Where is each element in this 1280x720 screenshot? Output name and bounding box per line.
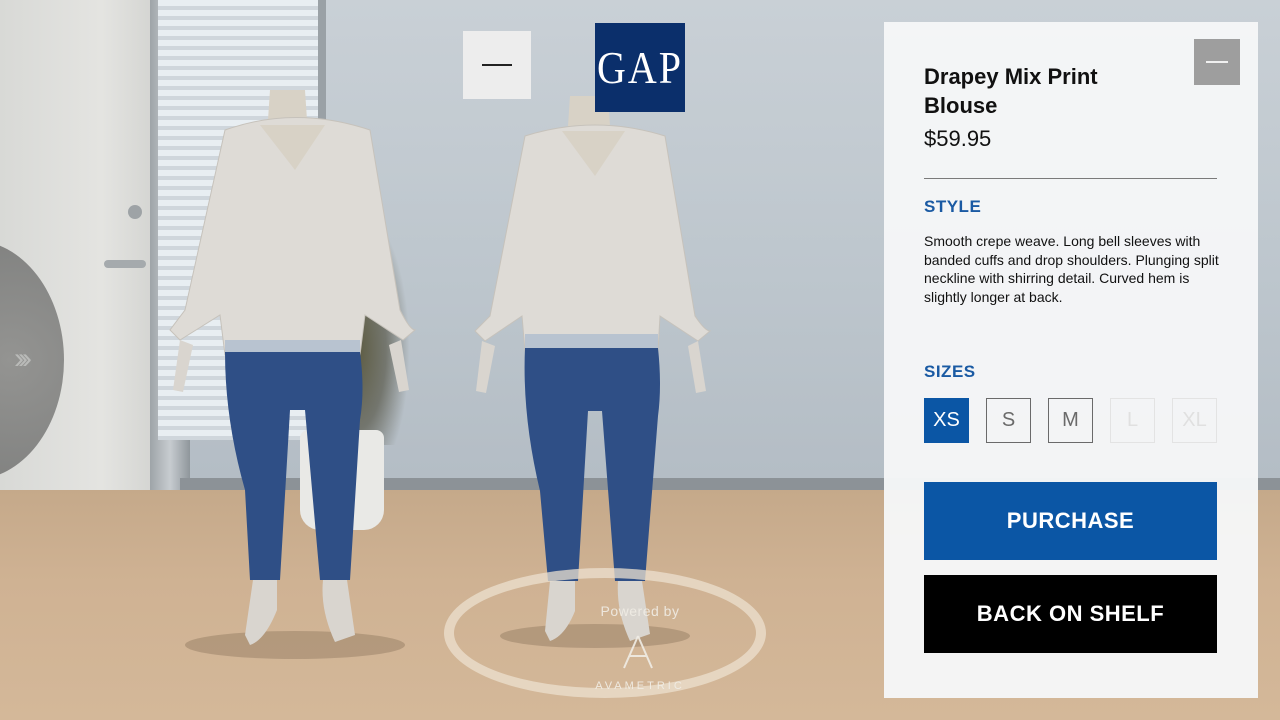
powered-by-label: Powered by [600,603,680,619]
sizes-heading: SIZES [924,362,976,381]
minus-icon [482,64,512,66]
mannequin-left [169,90,417,659]
size-option-l: L [1110,398,1155,443]
purchase-button[interactable]: PURCHASE [924,482,1217,560]
size-option-xl: XL [1172,398,1217,443]
back-on-shelf-button[interactable]: BACK ON SHELF [924,575,1217,653]
product-description: Smooth crepe weave. Long bell sleeves wi… [924,233,1219,305]
door-knob [128,205,142,219]
size-option-xs[interactable]: XS [924,398,969,443]
product-panel: Drapey Mix Print Blouse $59.95 STYLE Smo… [884,22,1258,698]
size-selector: XS S M L XL [924,398,1217,443]
minimize-button[interactable] [463,31,531,99]
size-option-m[interactable]: M [1048,398,1093,443]
product-title: Drapey Mix Print Blouse [924,64,1098,118]
panel-minimize-button[interactable] [1194,39,1240,85]
chevron-right-icon[interactable]: ››› [14,342,32,376]
minus-icon [1206,61,1228,63]
product-price: $59.95 [924,126,992,151]
gap-logo: GAP [595,23,685,112]
gap-logo-text: GAP [596,41,684,94]
platform-ring [444,568,766,698]
style-heading: STYLE [924,197,982,216]
door-handle [104,260,146,268]
avametric-logo-icon [623,635,653,669]
divider [924,178,1217,179]
size-option-s[interactable]: S [986,398,1031,443]
avametric-brand: AVAMETRIC [595,680,685,692]
